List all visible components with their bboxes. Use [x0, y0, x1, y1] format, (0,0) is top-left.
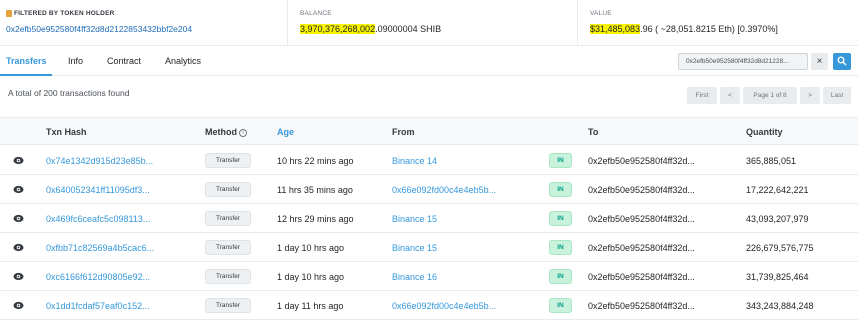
table-header: Txn Hash Method i Age From To Quantity [0, 117, 858, 145]
filter-icon [6, 10, 12, 17]
pager-prev-button[interactable]: < [720, 87, 740, 104]
quantity-cell: 226,679,576,775 [746, 243, 814, 253]
header-txn-hash: Txn Hash [46, 127, 87, 137]
balance-column: BALANCE 3,970,376,268,002.09000004 SHIB [287, 0, 577, 46]
address-search-input[interactable]: 0x2efb50e952580f4ff32d8d21228... [678, 53, 808, 70]
table-row: 0xc6166f612d90805e92... Transfer 1 day 10 … [0, 262, 858, 291]
value-column: VALUE $31,485,083.96 ( ~28,051.8215 Eth)… [577, 0, 858, 46]
from-link[interactable]: 0x66e092fd00c4e4eb5b... [392, 185, 496, 195]
active-tab-indicator [0, 74, 52, 76]
token-holder-summary: FILTERED BY TOKEN HOLDER 0x2efb50e952580… [0, 0, 858, 46]
txn-hash-link[interactable]: 0x640052341ff11095df3... [46, 185, 150, 195]
tab-transfers[interactable]: Transfers [6, 56, 47, 66]
method-badge: Transfer [205, 298, 251, 313]
info-icon[interactable]: i [239, 129, 247, 137]
to-address: 0x2efb50e952580f4ff32d... [588, 243, 695, 253]
to-address: 0x2efb50e952580f4ff32d... [588, 185, 695, 195]
header-quantity: Quantity [746, 127, 783, 137]
balance-value: 3,970,376,268,002.09000004 SHIB [300, 24, 441, 34]
from-link[interactable]: Binance 14 [392, 156, 437, 166]
txn-hash-link[interactable]: 0x74e1342d915d23e85b... [46, 156, 153, 166]
direction-badge: IN [549, 240, 572, 255]
pager-last-button[interactable]: Last [823, 87, 851, 104]
direction-badge: IN [549, 182, 572, 197]
from-link[interactable]: Binance 15 [392, 214, 437, 224]
method-badge: Transfer [205, 182, 251, 197]
quantity-cell: 365,885,051 [746, 156, 797, 166]
tab-contract[interactable]: Contract [107, 56, 141, 66]
quantity-cell: 31,739,825,464 [746, 272, 809, 282]
balance-label: BALANCE [300, 10, 332, 17]
txn-hash-link[interactable]: 0x469fc6ceafc5c098113... [46, 214, 150, 224]
header-method: Method i [205, 127, 247, 137]
transactions-total: A total of 200 transactions found [8, 88, 130, 98]
filter-address-link[interactable]: 0x2efb50e952580f4ff32d8d2122853432bbf2e2… [6, 24, 192, 34]
eye-icon[interactable] [13, 156, 24, 165]
filter-column: FILTERED BY TOKEN HOLDER 0x2efb50e952580… [0, 0, 287, 46]
tabs-bar: Transfers Info Contract Analytics 0x2efb… [0, 46, 858, 76]
to-address: 0x2efb50e952580f4ff32d... [588, 272, 695, 282]
tab-analytics[interactable]: Analytics [165, 56, 201, 66]
table-row: 0x640052341ff11095df3... Transfer 11 hrs 3… [0, 175, 858, 204]
search-icon [837, 56, 847, 66]
filter-label: FILTERED BY TOKEN HOLDER [14, 10, 115, 17]
eye-icon[interactable] [13, 243, 24, 252]
pager-next-button[interactable]: > [800, 87, 820, 104]
to-address: 0x2efb50e952580f4ff32d... [588, 301, 695, 311]
txn-hash-link[interactable]: 0xfbb71c82569a4b5cac6... [46, 243, 154, 253]
table-row: 0xfbb71c82569a4b5cac6... Transfer 1 day 10… [0, 233, 858, 262]
pager-page-indicator: Page 1 of 8 [743, 87, 797, 104]
table-row: 0x1dd1fcdaf57eaf0c152... Transfer 1 day 11… [0, 291, 858, 320]
quantity-cell: 343,243,884,248 [746, 301, 814, 311]
method-badge: Transfer [205, 269, 251, 284]
quantity-cell: 43,093,207,979 [746, 214, 809, 224]
value-rest: .96 ( ~28,051.8215 Eth) [0.3970%] [640, 24, 778, 34]
age-cell: 1 day 11 hrs ago [277, 301, 344, 311]
age-cell: 10 hrs 22 mins ago [277, 156, 354, 166]
direction-badge: IN [549, 298, 572, 313]
txn-hash-link[interactable]: 0x1dd1fcdaf57eaf0c152... [46, 301, 150, 311]
direction-badge: IN [549, 211, 572, 226]
method-badge: Transfer [205, 153, 251, 168]
txn-hash-link[interactable]: 0xc6166f612d90805e92... [46, 272, 150, 282]
age-cell: 12 hrs 29 mins ago [277, 214, 354, 224]
header-to: To [588, 127, 599, 137]
from-link[interactable]: Binance 16 [392, 272, 437, 282]
method-badge: Transfer [205, 240, 251, 255]
table-row: 0x74e1342d915d23e85b... Transfer 10 hrs 22… [0, 146, 858, 175]
header-method-label: Method [205, 127, 237, 137]
pager-first-button[interactable]: First [687, 87, 717, 104]
value-label: VALUE [590, 10, 612, 17]
age-cell: 11 hrs 35 mins ago [277, 185, 353, 195]
value-highlight: $31,485,083 [590, 24, 641, 34]
balance-rest: .09000004 SHIB [375, 24, 442, 34]
tab-info[interactable]: Info [68, 56, 83, 66]
direction-badge: IN [549, 269, 572, 284]
to-address: 0x2efb50e952580f4ff32d... [588, 214, 695, 224]
method-badge: Transfer [205, 211, 251, 226]
balance-highlight: 3,970,376,268,002 [300, 24, 376, 34]
table-row: 0x469fc6ceafc5c098113... Transfer 12 hrs 2… [0, 204, 858, 233]
eye-icon[interactable] [13, 214, 24, 223]
from-link[interactable]: 0x66e092fd00c4e4eb5b... [392, 301, 496, 311]
age-cell: 1 day 10 hrs ago [277, 272, 345, 282]
eye-icon[interactable] [13, 301, 24, 310]
header-age[interactable]: Age [277, 127, 294, 137]
value-amount: $31,485,083.96 ( ~28,051.8215 Eth) [0.39… [590, 24, 778, 34]
eye-icon[interactable] [13, 272, 24, 281]
age-cell: 1 day 10 hrs ago [277, 243, 345, 253]
direction-badge: IN [549, 153, 572, 168]
eye-icon[interactable] [13, 185, 24, 194]
clear-filter-button[interactable]: × [811, 53, 828, 70]
from-link[interactable]: Binance 15 [392, 243, 437, 253]
quantity-cell: 17,222,642,221 [746, 185, 809, 195]
header-from: From [392, 127, 415, 137]
to-address: 0x2efb50e952580f4ff32d... [588, 156, 695, 166]
search-button[interactable] [833, 53, 851, 70]
